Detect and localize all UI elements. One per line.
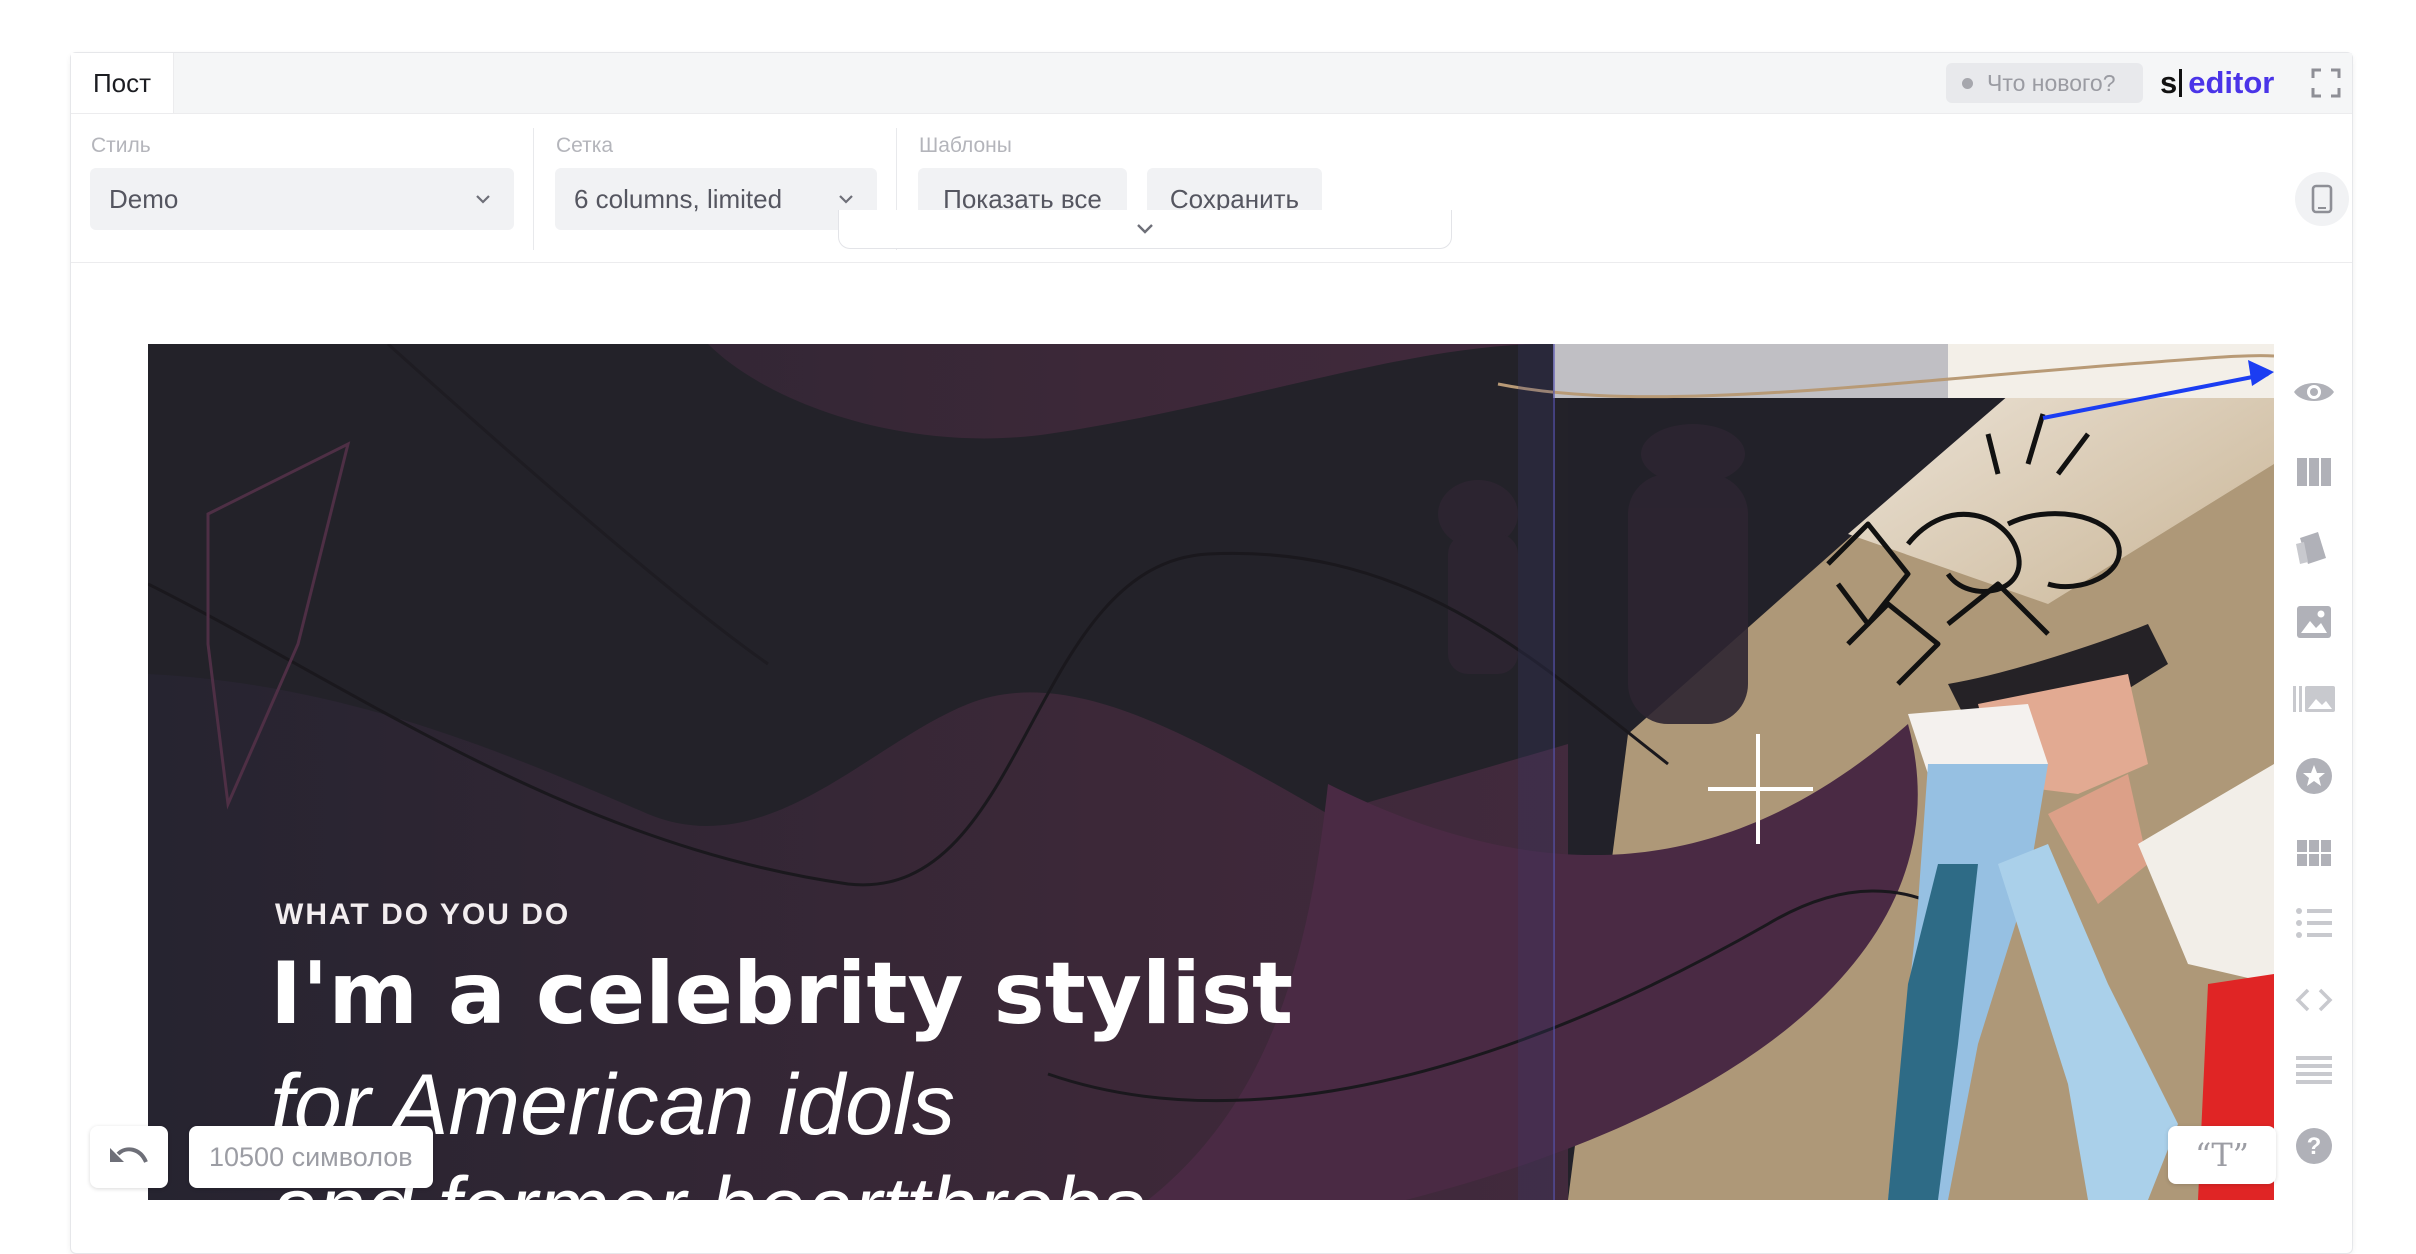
code-icon bbox=[2295, 988, 2333, 1012]
cover-block[interactable]: WHAT DO YOU DO I'm a celebrity stylist f… bbox=[148, 344, 2274, 1200]
grid-label: Сетка bbox=[556, 134, 614, 157]
undo-icon bbox=[110, 1147, 148, 1163]
chevron-down-icon bbox=[1137, 224, 1153, 234]
toolbar-eye[interactable] bbox=[2292, 370, 2336, 414]
star-icon bbox=[2296, 758, 2332, 794]
grid-select[interactable]: 6 columns, limited bbox=[555, 168, 877, 230]
editor-topbar: Пост Что нового? s editor bbox=[71, 53, 2352, 114]
brand-logo: s editor bbox=[2160, 61, 2274, 105]
table-icon bbox=[2296, 1056, 2332, 1084]
toolbar-code[interactable] bbox=[2292, 978, 2336, 1022]
brand-s: s bbox=[2160, 65, 2178, 100]
toolbar-columns[interactable] bbox=[2292, 450, 2336, 494]
chevron-down-icon bbox=[476, 195, 490, 204]
undo-button[interactable] bbox=[90, 1126, 168, 1188]
whats-new-button[interactable]: Что нового? bbox=[1946, 63, 2143, 103]
style-value: Demo bbox=[109, 183, 179, 214]
toolbar-list[interactable] bbox=[2292, 901, 2336, 945]
eye-icon bbox=[2294, 383, 2334, 401]
templates-label: Шаблоны bbox=[919, 134, 1012, 157]
svg-text:?: ? bbox=[2307, 1133, 2322, 1160]
columns-icon bbox=[2297, 458, 2331, 486]
brand-name: editor bbox=[2188, 65, 2275, 100]
block-toolbar: ? bbox=[2276, 344, 2352, 1200]
divider bbox=[533, 128, 534, 250]
whats-new-label: Что нового? bbox=[1987, 69, 2116, 96]
style-label: Стиль bbox=[91, 134, 151, 157]
toolbar-image[interactable] bbox=[2292, 600, 2336, 644]
phone-icon bbox=[2311, 184, 2333, 214]
toolbar-star[interactable] bbox=[2292, 754, 2336, 798]
typography-quote-button[interactable]: “T” bbox=[2168, 1126, 2276, 1184]
mobile-preview-button[interactable] bbox=[2295, 172, 2349, 226]
brand-cursor bbox=[2179, 69, 2183, 97]
toolbar-help[interactable]: ? bbox=[2292, 1124, 2336, 1168]
list-icon bbox=[2296, 908, 2332, 938]
help-icon: ? bbox=[2296, 1128, 2332, 1164]
toolbar-grid[interactable] bbox=[2292, 831, 2336, 875]
tab-post[interactable]: Пост bbox=[71, 53, 174, 113]
image-icon bbox=[2297, 606, 2331, 638]
style-select[interactable]: Demo bbox=[90, 168, 514, 230]
chevron-down-icon bbox=[839, 195, 853, 204]
collapse-settings-toggle[interactable] bbox=[838, 210, 1452, 249]
toolbar-gallery[interactable] bbox=[2292, 677, 2336, 721]
new-dot-icon bbox=[1962, 77, 1973, 89]
toolbar-cards[interactable] bbox=[2292, 526, 2336, 570]
grid-value: 6 columns, limited bbox=[574, 183, 783, 214]
cards-icon bbox=[2296, 532, 2326, 564]
fullscreen-icon[interactable] bbox=[2310, 67, 2342, 99]
grid-icon bbox=[2297, 840, 2331, 866]
cover-kicker[interactable]: WHAT DO YOU DO bbox=[275, 898, 570, 932]
cover-headline[interactable]: I'm a celebrity stylist bbox=[270, 944, 1293, 1044]
gallery-icon bbox=[2293, 686, 2335, 712]
character-counter: 10500 символов bbox=[189, 1126, 433, 1188]
toolbar-table[interactable] bbox=[2292, 1048, 2336, 1092]
